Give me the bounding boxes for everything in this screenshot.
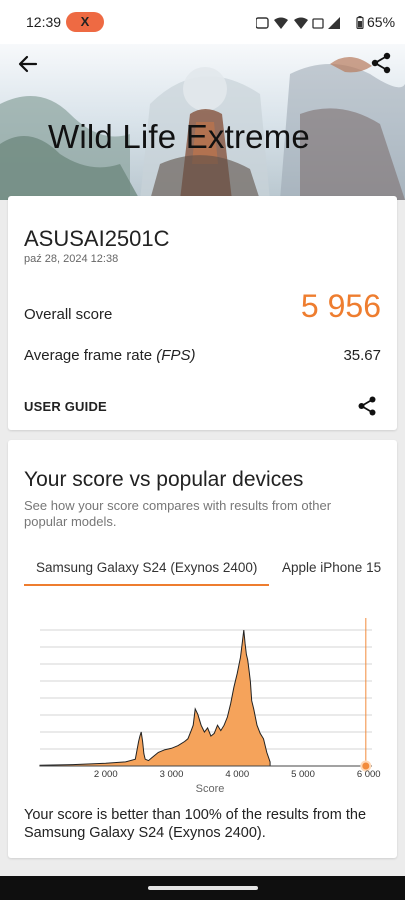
fps-label: Average frame rate (FPS) — [24, 347, 195, 364]
x-tick-label: 2 000 — [94, 769, 118, 780]
comparison-card: Your score vs popular devices See how yo… — [8, 440, 397, 858]
x-tick-label: 3 000 — [160, 769, 184, 780]
device-name: ASUSAI2501C — [24, 226, 170, 251]
overall-score-label: Overall score — [24, 306, 113, 323]
score-distribution-chart: 2 000 3 000 4 000 5 000 6 000 Score — [39, 618, 381, 795]
comparison-result-text: Your score is better than 100% of the re… — [24, 807, 367, 841]
x-tick-label: 4 000 — [225, 769, 249, 780]
test-datetime: paź 28, 2024 12:38 — [24, 253, 119, 265]
fps-label-text: Average frame rate — [24, 347, 157, 364]
x-tick-label: 6 000 — [357, 769, 381, 780]
battery-percent: 65% — [367, 14, 396, 30]
x-tick-labels: 2 000 3 000 4 000 5 000 6 000 — [94, 769, 381, 780]
battery-level: 65% — [356, 14, 395, 30]
tab-apple-iphone-15[interactable]: Apple iPhone 15 — [282, 552, 381, 575]
x-tick-label: 5 000 — [291, 769, 315, 780]
fps-value: 35.67 — [343, 347, 381, 364]
result-card: ASUSAI2501C paź 28, 2024 12:38 Overall s… — [8, 196, 397, 430]
tab-samsung-galaxy-s24[interactable]: Samsung Galaxy S24 (Exynos 2400) — [24, 552, 269, 586]
system-nav-bar — [0, 876, 405, 900]
share-icon[interactable] — [368, 50, 394, 76]
x-axis-label: Score — [196, 783, 225, 795]
status-bar: 12:39 X 65% — [0, 0, 405, 44]
overall-score-value: 5 956 — [300, 288, 381, 324]
page-title: Wild Life Extreme — [48, 118, 310, 155]
home-gesture-handle[interactable] — [148, 886, 258, 890]
share-result-icon[interactable] — [355, 394, 379, 418]
app-notification-badge: X — [66, 12, 104, 32]
back-arrow-icon[interactable] — [14, 50, 42, 78]
user-guide-link[interactable]: USER GUIDE — [24, 399, 107, 414]
battery-icon — [356, 16, 364, 30]
status-icons — [256, 17, 340, 29]
comparison-description: See how your score compares with results… — [24, 498, 332, 529]
comparison-title: Your score vs popular devices — [24, 468, 304, 491]
fps-label-unit: (FPS) — [156, 347, 196, 364]
status-time: 12:39 — [26, 14, 62, 30]
